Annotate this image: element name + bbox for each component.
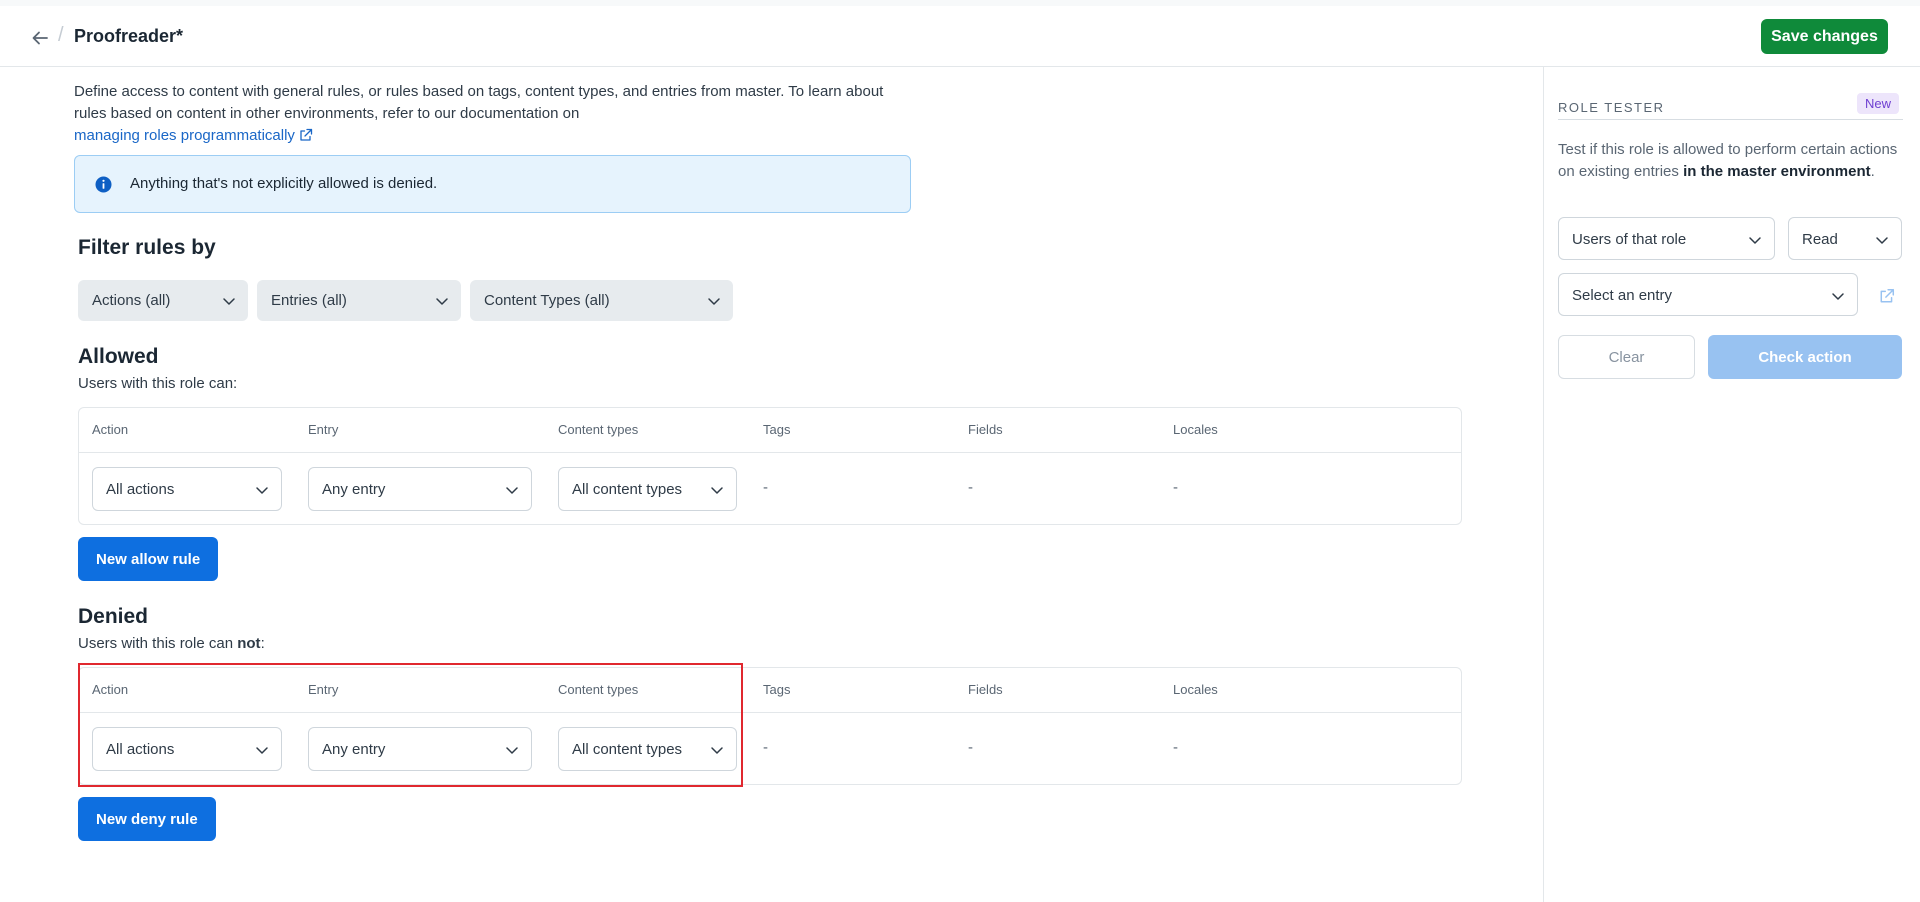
denied-content-types-select[interactable]: All content types (558, 727, 737, 771)
chevron-down-icon (711, 747, 723, 754)
filter-content-types-value: Content Types (all) (484, 292, 610, 309)
denied-entry-value: Any entry (322, 741, 386, 758)
new-deny-rule-button[interactable]: New deny rule (78, 797, 216, 841)
chevron-down-icon (1876, 237, 1888, 244)
allowed-entry-select[interactable]: Any entry (308, 467, 532, 511)
denied-title: Denied (78, 605, 149, 628)
column-header-entry: Entry (308, 682, 339, 697)
allowed-tags-value: - (763, 479, 768, 496)
denied-action-value: All actions (106, 741, 175, 758)
new-allow-rule-button[interactable]: New allow rule (78, 537, 219, 581)
denied-subtitle: Users with this role can not: (78, 635, 265, 652)
external-link-icon[interactable] (1879, 288, 1895, 304)
action-select[interactable]: Read (1788, 217, 1902, 260)
allowed-fields-value: - (968, 479, 973, 496)
clear-button[interactable]: Clear (1558, 335, 1695, 379)
allowed-title: Allowed (78, 345, 159, 368)
filter-actions-value: Actions (all) (92, 292, 171, 309)
info-icon (95, 176, 112, 193)
check-action-button[interactable]: Check action (1708, 335, 1902, 379)
denied-content-types-value: All content types (572, 741, 683, 758)
allowed-content-types-select[interactable]: All content types (558, 467, 737, 511)
filter-entries-value: Entries (all) (271, 292, 347, 309)
page-title: Proofreader* (74, 26, 184, 46)
column-header-content-types: Content types (558, 422, 639, 437)
role-tester-desc-suffix: . (1870, 163, 1875, 180)
allowed-locales-value: - (1173, 479, 1178, 496)
role-tester-title: ROLE TESTER (1558, 100, 1665, 115)
users-select[interactable]: Users of that role (1558, 217, 1775, 260)
chevron-down-icon (506, 487, 518, 494)
main-content: Define access to content with general ru… (0, 67, 1543, 902)
intro-text: Define access to content with general ru… (74, 81, 904, 147)
header: / Proofreader* Save changes (0, 6, 1920, 67)
filter-actions-select[interactable]: Actions (all) (78, 280, 248, 321)
entry-select[interactable]: Select an entry (1558, 273, 1858, 316)
column-header-locales: Locales (1173, 422, 1218, 437)
column-header-fields: Fields (968, 682, 1003, 697)
column-header-fields: Fields (968, 422, 1003, 437)
role-tester-description: Test if this role is allowed to perform … (1558, 139, 1903, 183)
new-badge: New (1857, 93, 1900, 114)
info-note: Anything that's not explicitly allowed i… (74, 155, 911, 213)
chevron-down-icon (256, 747, 268, 754)
allowed-content-types-value: All content types (572, 481, 683, 498)
chevron-down-icon (711, 487, 723, 494)
docs-link-label: managing roles programmatically (74, 127, 295, 144)
filter-row: Actions (all) Entries (all) Content Type… (78, 280, 733, 321)
denied-locales-value: - (1173, 739, 1178, 756)
role-tester-panel: ROLE TESTER New Test if this role is all… (1543, 67, 1920, 902)
table-header: Action Entry Content types Tags Fields L… (79, 668, 1461, 713)
column-header-tags: Tags (763, 422, 791, 437)
allowed-subtitle: Users with this role can: (78, 375, 238, 392)
breadcrumb-separator: / (58, 24, 64, 46)
entry-select-value: Select an entry (1572, 287, 1673, 304)
denied-tags-value: - (763, 739, 768, 756)
role-tester-desc-bold: in the master environment (1683, 163, 1871, 180)
chevron-down-icon (223, 298, 235, 305)
allowed-entry-value: Any entry (322, 481, 386, 498)
denied-action-select[interactable]: All actions (92, 727, 282, 771)
action-select-value: Read (1802, 231, 1838, 248)
chevron-down-icon (256, 487, 268, 494)
column-header-action: Action (92, 682, 129, 697)
denied-rules-table: Action Entry Content types Tags Fields L… (78, 667, 1462, 785)
allowed-rules-table: Action Entry Content types Tags Fields L… (78, 407, 1462, 525)
denied-entry-select[interactable]: Any entry (308, 727, 532, 771)
chevron-down-icon (708, 298, 720, 305)
divider (1558, 119, 1903, 120)
column-header-action: Action (92, 422, 129, 437)
back-button[interactable] (28, 26, 52, 50)
chevron-down-icon (1832, 293, 1844, 300)
chevron-down-icon (1749, 237, 1761, 244)
filter-content-types-select[interactable]: Content Types (all) (470, 280, 733, 321)
column-header-tags: Tags (763, 682, 791, 697)
external-link-icon (300, 128, 313, 141)
column-header-entry: Entry (308, 422, 339, 437)
denied-subtitle-prefix: Users with this role can (78, 635, 238, 652)
info-text: Anything that's not explicitly allowed i… (130, 175, 438, 192)
allowed-action-value: All actions (106, 481, 175, 498)
column-header-content-types: Content types (558, 682, 639, 697)
denied-subtitle-bold: not (237, 635, 261, 652)
docs-link[interactable]: managing roles programmatically (74, 127, 313, 144)
allowed-action-select[interactable]: All actions (92, 467, 282, 511)
intro-description: Define access to content with general ru… (74, 83, 884, 122)
denied-fields-value: - (968, 739, 973, 756)
chevron-down-icon (436, 298, 448, 305)
chevron-down-icon (506, 747, 518, 754)
filter-entries-select[interactable]: Entries (all) (257, 280, 461, 321)
arrow-left-icon (32, 31, 48, 45)
table-header: Action Entry Content types Tags Fields L… (79, 408, 1461, 453)
column-header-locales: Locales (1173, 682, 1218, 697)
save-changes-button[interactable]: Save changes (1761, 19, 1888, 54)
users-select-value: Users of that role (1572, 231, 1687, 248)
filter-title: Filter rules by (78, 236, 216, 259)
denied-subtitle-suffix: : (260, 635, 265, 652)
